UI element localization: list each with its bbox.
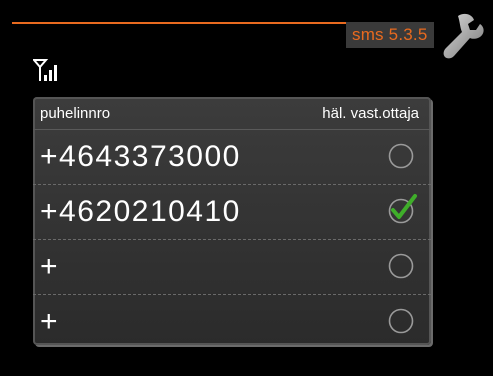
signal-strength-icon [33,59,57,81]
sms-recipient-table: puhelinnro häl. vast.ottaja +4643373000 … [33,97,431,345]
alarm-receiver-radio[interactable] [388,143,414,169]
menu-code-label: sms 5.3.5 [346,22,434,48]
phone-number[interactable]: + [40,249,59,285]
table-row[interactable]: + [33,240,431,295]
column-header-phone: puhelinnro [40,105,111,122]
phone-number[interactable]: +4620210410 [40,194,241,230]
column-header-alarm-receiver: häl. vast.ottaja [322,105,419,122]
table-row[interactable]: + [33,295,431,349]
table-row[interactable]: +4643373000 [33,130,431,185]
alarm-receiver-radio[interactable] [388,253,414,279]
alarm-receiver-radio[interactable] [388,308,414,334]
header-divider [12,22,364,24]
phone-number[interactable]: + [40,304,59,340]
wrench-icon [443,13,484,59]
phone-number[interactable]: +4643373000 [40,139,241,175]
table-header: puhelinnro häl. vast.ottaja [33,97,431,130]
table-row[interactable]: +4620210410 [33,185,431,240]
alarm-receiver-radio-checked[interactable] [388,194,417,224]
